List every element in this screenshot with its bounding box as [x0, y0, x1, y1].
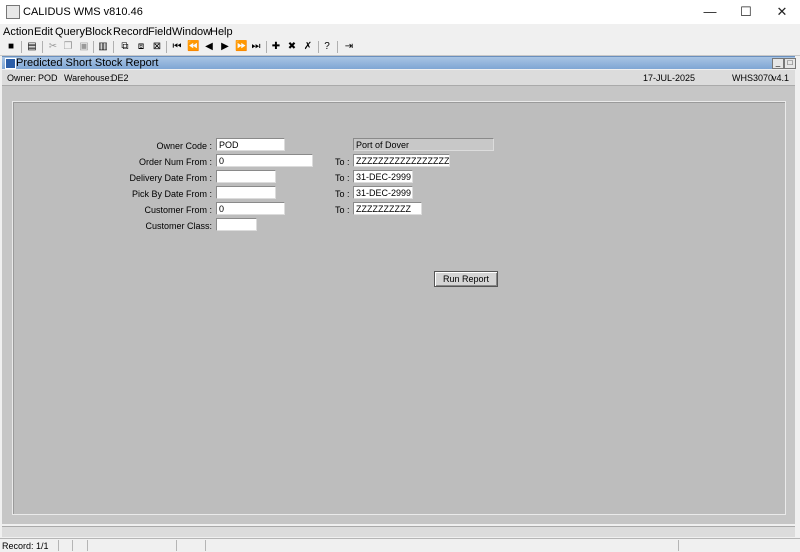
- paste-icon[interactable]: ▣: [78, 41, 90, 53]
- owner-code-field[interactable]: POD: [216, 138, 285, 151]
- menu-query[interactable]: Query: [55, 26, 85, 38]
- toolbar-separator: [113, 41, 114, 53]
- customer-from-label: Customer From :: [144, 205, 212, 215]
- form-icon: [5, 58, 16, 69]
- criteria-panel: Owner Code : POD Port of Dover Order Num…: [12, 101, 786, 515]
- customer-from-field[interactable]: 0: [216, 202, 285, 215]
- owner-label: Owner:: [7, 73, 37, 83]
- delivery-from-label: Delivery Date From :: [129, 173, 212, 183]
- copy-icon[interactable]: ❐: [62, 41, 74, 53]
- customer-to-field[interactable]: ZZZZZZZZZZ: [353, 202, 422, 215]
- clear-record-icon[interactable]: ✗: [302, 41, 314, 53]
- last-record-icon[interactable]: ⏭: [250, 41, 262, 53]
- order-to-field[interactable]: ZZZZZZZZZZZZZZZZZZZZ: [353, 154, 450, 167]
- delete-record-icon[interactable]: ✖: [286, 41, 298, 53]
- menu-bar: Action Edit Query Block Record Field Win…: [0, 24, 800, 39]
- previous-record-icon[interactable]: ◀: [203, 41, 215, 53]
- run-report-button[interactable]: Run Report: [434, 271, 498, 287]
- print-icon[interactable]: ▤: [26, 41, 38, 53]
- status-divider: [87, 540, 88, 551]
- delivery-from-field[interactable]: [216, 170, 276, 183]
- status-divider: [72, 540, 73, 551]
- pickby-from-label: Pick By Date From :: [131, 189, 212, 199]
- menu-window[interactable]: Window: [172, 26, 211, 38]
- first-record-icon[interactable]: ⏮: [171, 41, 183, 53]
- menu-field[interactable]: Field: [148, 26, 172, 38]
- save-icon[interactable]: ■: [5, 41, 17, 53]
- owner-code-label: Owner Code :: [156, 141, 212, 151]
- toolbar-separator: [42, 41, 43, 53]
- customer-to-label: To :: [335, 205, 350, 215]
- customer-class-label: Customer Class:: [145, 221, 212, 231]
- pickby-to-label: To :: [335, 189, 350, 199]
- toolbar-separator: [93, 41, 94, 53]
- menu-action[interactable]: Action: [3, 26, 34, 38]
- form-minimize-button[interactable]: _: [772, 58, 784, 69]
- menu-edit[interactable]: Edit: [34, 26, 53, 38]
- toolbar: ■ ▤ ✂ ❐ ▣ ▥ ⧉ ⧈ ⊠ ⏮ ⏪ ◀ ▶ ⏩ ⏭ ✚ ✖ ✗ ? ⇥: [0, 39, 800, 56]
- order-to-label: To :: [335, 157, 350, 167]
- add-record-icon[interactable]: ✚: [270, 41, 282, 53]
- pickby-from-field[interactable]: [216, 186, 276, 199]
- status-divider: [176, 540, 177, 551]
- delivery-to-label: To :: [335, 173, 350, 183]
- pickby-to-field[interactable]: 31-DEC-2999: [353, 186, 413, 199]
- customer-class-field[interactable]: [216, 218, 257, 231]
- toolbar-separator: [337, 41, 338, 53]
- toolbar-separator: [266, 41, 267, 53]
- previous-set-icon[interactable]: ⏪: [187, 41, 199, 53]
- status-bar: Record: 1/1: [0, 538, 800, 552]
- form-maximize-button[interactable]: □: [784, 58, 796, 69]
- context-bar: Owner: POD Warehouse: DE2 17-JUL-2025 WH…: [2, 70, 795, 86]
- status-divider: [58, 540, 59, 551]
- record-counter: Record: 1/1: [2, 541, 49, 551]
- clear-icon[interactable]: ▥: [97, 41, 109, 53]
- current-date: 17-JUL-2025: [643, 73, 696, 83]
- order-from-field[interactable]: 0: [216, 154, 313, 167]
- exit-icon[interactable]: ⇥: [343, 41, 355, 53]
- owner-value: POD: [38, 73, 58, 83]
- delivery-to-field[interactable]: 31-DEC-2999: [353, 170, 413, 183]
- help-icon[interactable]: ?: [321, 41, 333, 53]
- module-code: WHS3070: [732, 73, 774, 83]
- toolbar-separator: [318, 41, 319, 53]
- toolbar-separator: [166, 41, 167, 53]
- menu-help[interactable]: Help: [210, 26, 233, 38]
- order-from-label: Order Num From :: [138, 157, 212, 167]
- next-record-icon[interactable]: ▶: [219, 41, 231, 53]
- form-title: Predicted Short Stock Report: [16, 57, 159, 69]
- form-titlebar: Predicted Short Stock Report _ □: [2, 56, 796, 69]
- close-button[interactable]: ✕: [764, 0, 800, 24]
- module-version: v4.1: [772, 73, 790, 83]
- menu-block[interactable]: Block: [85, 26, 112, 38]
- maximize-button[interactable]: ☐: [728, 0, 764, 24]
- status-divider: [678, 540, 679, 551]
- warehouse-label: Warehouse:: [64, 73, 113, 83]
- next-set-icon[interactable]: ⏩: [235, 41, 247, 53]
- toolbar-separator: [21, 41, 22, 53]
- horizontal-scrollbar[interactable]: [2, 526, 795, 537]
- menu-record[interactable]: Record: [113, 26, 148, 38]
- form-area: Owner Code : POD Port of Dover Order Num…: [2, 86, 795, 524]
- query-icon[interactable]: ⊠: [151, 41, 163, 53]
- app-icon: [6, 5, 20, 19]
- duplicate-icon[interactable]: ⧈: [135, 41, 147, 53]
- minimize-button[interactable]: —: [692, 0, 728, 24]
- warehouse-value: DE2: [111, 73, 129, 83]
- status-divider: [205, 540, 206, 551]
- owner-name-field: Port of Dover: [353, 138, 494, 151]
- window-titlebar: CALIDUS WMS v810.46 — ☐ ✕: [0, 0, 800, 24]
- insert-icon[interactable]: ⧉: [119, 41, 131, 53]
- window-title: CALIDUS WMS v810.46: [23, 6, 143, 18]
- cut-icon[interactable]: ✂: [47, 41, 59, 53]
